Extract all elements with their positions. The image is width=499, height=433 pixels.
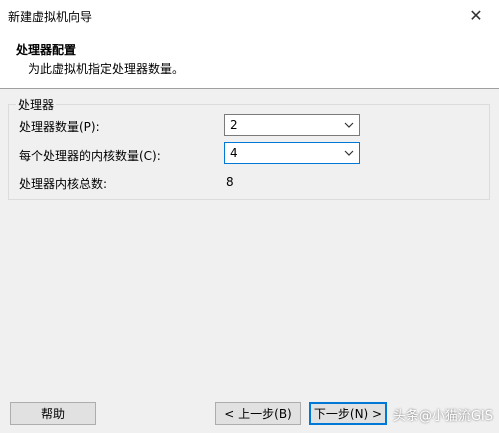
watermark-text: 头条@小猫流GIS: [392, 409, 493, 424]
processor-count-select[interactable]: 2: [224, 114, 360, 136]
wizard-window: 新建虚拟机向导 ✕ 处理器配置 为此虚拟机指定处理器数量。 处理器 处理器数量(…: [0, 0, 499, 433]
processor-count-label: 处理器数量(P):: [19, 120, 100, 134]
total-cores-label: 处理器内核总数:: [19, 177, 108, 191]
processors-group-legend: 处理器: [16, 96, 57, 113]
processor-count-value: 2: [230, 118, 238, 132]
next-button[interactable]: 下一步(N) >: [309, 402, 387, 425]
window-title: 新建虚拟机向导: [8, 10, 93, 24]
cores-per-processor-label: 每个处理器的内核数量(C):: [19, 149, 161, 163]
cores-per-processor-select[interactable]: 4: [224, 142, 360, 164]
total-cores-value: 8: [226, 175, 234, 189]
cores-per-processor-value: 4: [230, 146, 238, 160]
close-icon[interactable]: ✕: [453, 0, 499, 30]
wizard-header: 处理器配置 为此虚拟机指定处理器数量。: [0, 30, 499, 89]
page-title: 处理器配置: [16, 43, 77, 57]
chevron-down-icon: [344, 122, 354, 128]
back-button[interactable]: < 上一步(B): [215, 402, 301, 425]
title-bar: 新建虚拟机向导 ✕: [0, 0, 499, 30]
chevron-down-icon: [344, 150, 354, 156]
page-subtitle: 为此虚拟机指定处理器数量。: [28, 62, 185, 76]
help-button[interactable]: 帮助: [10, 402, 96, 425]
